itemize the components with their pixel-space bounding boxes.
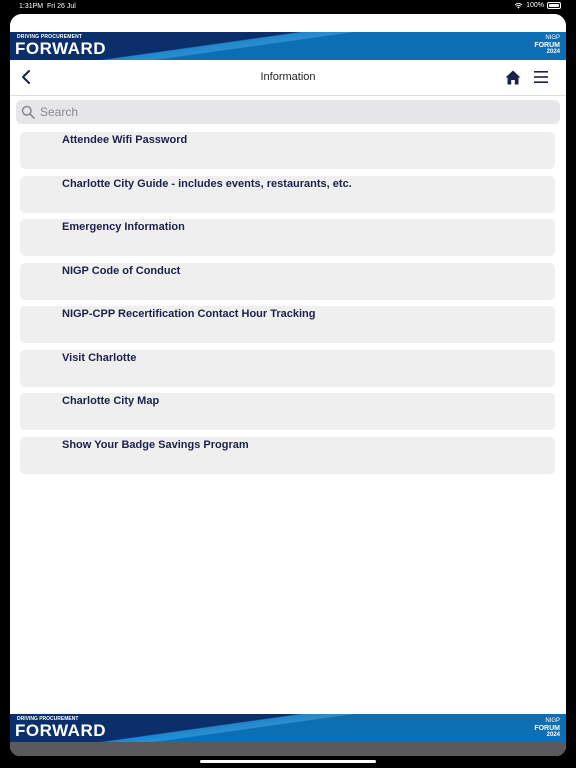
status-date: Fri 26 Jul [47, 3, 76, 10]
logo-line3: 2024 [546, 49, 560, 55]
search-input[interactable] [40, 105, 540, 119]
list-item-label: Attendee Wifi Password [62, 134, 188, 146]
footer-logo-line1: NIGP [545, 718, 560, 724]
logo-line1: NIGP [545, 35, 560, 41]
bottom-bar [10, 742, 566, 756]
list-item[interactable]: NIGP Code of Conduct [20, 262, 555, 300]
list-item-label: Charlotte City Guide - includes events, … [62, 177, 352, 190]
list-item[interactable]: Charlotte City Map [20, 393, 555, 430]
list-item[interactable]: Emergency Information [20, 219, 555, 256]
search-area [10, 96, 566, 128]
search-icon [21, 105, 35, 119]
list-item[interactable]: Attendee Wifi Password [20, 132, 555, 169]
page-title: Information [260, 71, 316, 83]
list-item-label: NIGP Code of Conduct [62, 264, 181, 277]
information-list: Attendee Wifi Password Charlotte City Gu… [20, 132, 555, 480]
footer-nigp-forum-logo: NIGP FORUM 2024 [534, 718, 560, 739]
status-bar: 1:31PM Fri 26 Jul 100% [0, 0, 576, 14]
banner-title: FORWARD [15, 39, 107, 58]
hamburger-menu-icon[interactable] [533, 70, 549, 84]
top-spacer [10, 14, 566, 32]
footer-logo-line2: FORUM [534, 725, 560, 732]
list-item[interactable]: Show Your Badge Savings Program [20, 436, 555, 474]
battery-percent: 100% [526, 2, 544, 9]
list-item[interactable]: Visit Charlotte [20, 349, 555, 387]
list-item-label: Visit Charlotte [62, 351, 137, 364]
list-item-label: Show Your Badge Savings Program [62, 438, 249, 451]
status-right: 100% [514, 2, 561, 9]
list-item-label: Charlotte City Map [62, 395, 160, 407]
list-item[interactable]: Charlotte City Guide - includes events, … [20, 175, 555, 213]
nigp-forum-logo: NIGP FORUM 2024 [534, 35, 560, 56]
battery-icon [547, 2, 561, 9]
app-window: DRIVING PROCUREMENT FORWARD NIGP FORUM 2… [10, 14, 566, 756]
home-indicator[interactable] [200, 760, 376, 763]
list-item-label: Emergency Information [62, 221, 185, 233]
logo-line2: FORUM [534, 42, 560, 49]
footer-logo-line3: 2024 [546, 732, 560, 738]
header-banner: DRIVING PROCUREMENT FORWARD NIGP FORUM 2… [10, 32, 566, 60]
home-icon[interactable] [505, 70, 521, 85]
list-item[interactable]: NIGP-CPP Recertification Contact Hour Tr… [20, 306, 555, 343]
wifi-icon [514, 3, 523, 9]
status-time: 1:31PM [19, 3, 44, 10]
footer-banner: DRIVING PROCUREMENT FORWARD NIGP FORUM 2… [10, 714, 566, 742]
search-bar[interactable] [16, 100, 560, 124]
nav-bar: Information [10, 60, 566, 96]
footer-title: FORWARD [15, 721, 107, 740]
list-item-label: NIGP-CPP Recertification Contact Hour Tr… [62, 308, 316, 320]
